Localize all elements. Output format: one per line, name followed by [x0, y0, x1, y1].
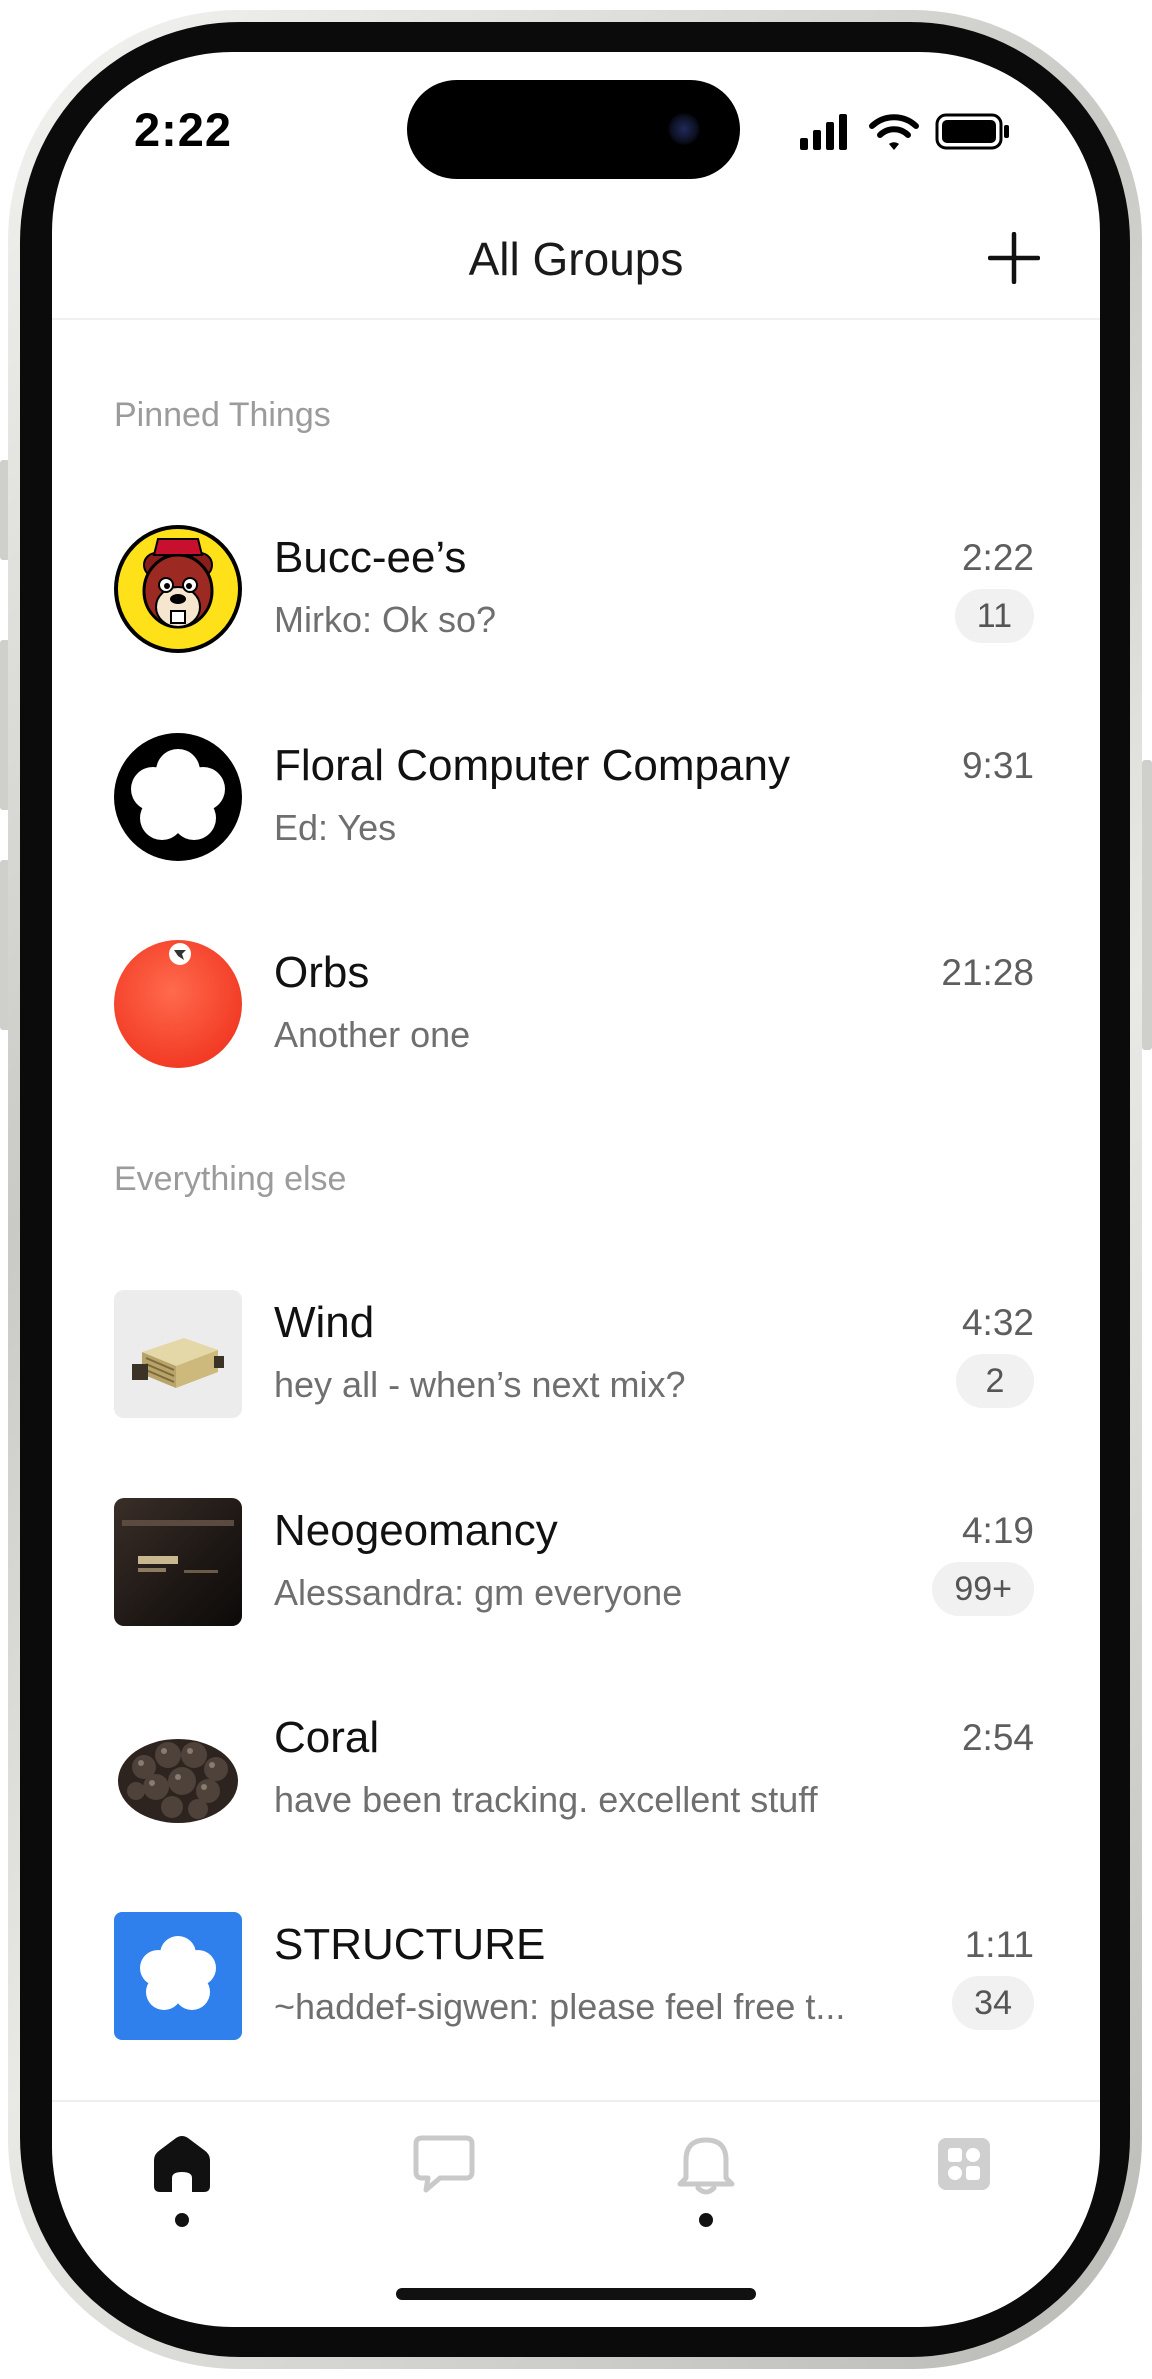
- group-name: Coral: [274, 1713, 380, 1762]
- coral-avatar: [114, 1705, 242, 1833]
- wind-avatar: [114, 1290, 242, 1418]
- tab-home[interactable]: [142, 2130, 222, 2230]
- structure-avatar: [114, 1912, 242, 2040]
- chat-bubble-icon: [413, 2135, 475, 2193]
- buccees-avatar: [114, 525, 242, 653]
- power-button: [1142, 760, 1152, 1050]
- last-message-preview: have been tracking. excellent stuff: [274, 1779, 818, 1820]
- section-label-everything-else: Everything else: [114, 1160, 347, 1198]
- bell-icon: [677, 2137, 735, 2195]
- plus-icon: [987, 231, 1041, 285]
- last-message-preview: ~haddef-sigwen: please feel free t...: [274, 1986, 846, 2027]
- last-message-time: 4:32: [961, 1302, 1034, 1343]
- group-name: Floral Computer Company: [274, 741, 790, 790]
- group-name: Bucc-ee’s: [274, 533, 467, 582]
- last-message-preview: Alessandra: gm everyone: [274, 1572, 683, 1613]
- last-message-time: 2:22: [961, 537, 1034, 578]
- last-message-time: 2:54: [961, 1717, 1034, 1758]
- unread-count-badge: 34: [952, 1976, 1034, 2030]
- group-row-orbs[interactable]: Orbs Another one 21:28: [114, 940, 1034, 1070]
- last-message-time: 21:28: [941, 952, 1034, 993]
- last-message-preview: hey all - when’s next mix?: [274, 1364, 686, 1405]
- last-message-time: 4:19: [961, 1510, 1034, 1551]
- home-indicator[interactable]: [396, 2288, 756, 2300]
- last-message-preview: Mirko: Ok so?: [274, 599, 497, 640]
- home-icon: [154, 2136, 210, 2192]
- tab-messages[interactable]: [404, 2130, 484, 2230]
- tab-notifications[interactable]: [666, 2130, 746, 2230]
- front-camera: [668, 113, 700, 145]
- notification-indicator: [699, 2213, 713, 2227]
- battery-icon: [935, 113, 1009, 150]
- unread-count-badge: 99+: [932, 1562, 1034, 1616]
- last-message-time: 1:11: [964, 1924, 1034, 1965]
- unread-count-badge: 11: [954, 589, 1034, 643]
- group-row-coral[interactable]: Coral have been tracking. excellent stuf…: [114, 1705, 1034, 1835]
- header-divider: [52, 318, 1100, 320]
- group-name: Neogeomancy: [274, 1506, 558, 1555]
- tab-apps[interactable]: [924, 2130, 1004, 2230]
- add-group-button[interactable]: [987, 231, 1041, 285]
- section-label-pinned: Pinned Things: [114, 396, 331, 434]
- last-message-time: 9:31: [961, 745, 1034, 786]
- last-message-preview: Another one: [274, 1014, 471, 1055]
- group-name: STRUCTURE: [274, 1920, 546, 1969]
- group-name: Wind: [274, 1298, 375, 1347]
- group-row-floral-computer-company[interactable]: Floral Computer Company Ed: Yes 9:31: [114, 733, 1034, 863]
- active-tab-indicator: [175, 2213, 189, 2227]
- group-row-buccees[interactable]: Bucc-ee’s Mirko: Ok so? 2:22 11: [114, 525, 1034, 655]
- status-icons: [800, 112, 1020, 150]
- orbs-avatar: [114, 940, 242, 1068]
- unread-count-badge: 2: [956, 1354, 1034, 1408]
- group-row-wind[interactable]: Wind hey all - when’s next mix? 4:32 2: [114, 1290, 1034, 1420]
- tab-bar-divider: [52, 2100, 1100, 2102]
- status-time: 2:22: [134, 103, 233, 156]
- floral-computer-company-avatar: [114, 733, 242, 861]
- last-message-preview: Ed: Yes: [274, 807, 397, 848]
- signal-icon: [800, 114, 847, 150]
- group-name: Orbs: [274, 948, 370, 997]
- page-title: All Groups: [468, 233, 684, 285]
- group-row-neogeomancy[interactable]: Neogeomancy Alessandra: gm everyone 4:19…: [114, 1498, 1034, 1628]
- wifi-icon: [869, 114, 919, 150]
- group-row-structure[interactable]: STRUCTURE ~haddef-sigwen: please feel fr…: [114, 1912, 1034, 2042]
- grid-icon: [938, 2138, 990, 2190]
- neogeomancy-avatar: [114, 1498, 242, 1626]
